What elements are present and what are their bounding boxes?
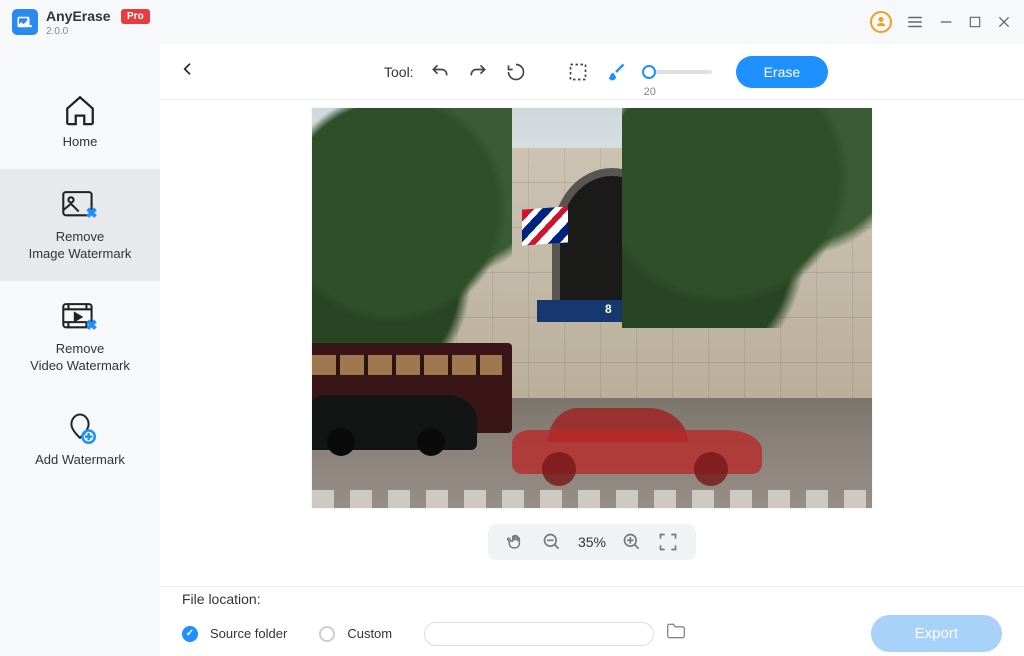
brush-tool-icon[interactable] (604, 60, 628, 84)
browse-folder-icon[interactable] (666, 622, 686, 645)
video-watermark-icon (4, 299, 156, 335)
account-icon[interactable] (870, 11, 892, 33)
zoom-controls: 35% (488, 524, 696, 560)
back-button[interactable] (180, 61, 196, 82)
reset-icon[interactable] (504, 60, 528, 84)
tool-label: Tool: (384, 64, 414, 80)
brush-size-value: 20 (644, 86, 656, 98)
brush-size-slider[interactable]: 20 (642, 70, 712, 74)
black-car (312, 395, 477, 450)
image-watermark-icon (4, 187, 156, 223)
export-button[interactable]: Export (871, 615, 1002, 652)
add-watermark-icon (4, 410, 156, 446)
sidebar-item-remove-video-watermark[interactable]: Remove Video Watermark (0, 281, 160, 393)
home-icon (4, 92, 156, 128)
marquee-tool-icon[interactable] (566, 60, 590, 84)
sidebar: Home Remove Image Watermark Remove Video… (0, 44, 160, 656)
source-folder-radio[interactable] (182, 626, 198, 642)
sidebar-item-home[interactable]: Home (0, 74, 160, 169)
main-panel: Tool: 20 Erase 8 (160, 44, 1024, 656)
building-number: 8 (605, 302, 612, 316)
sidebar-item-add-watermark[interactable]: Add Watermark (0, 392, 160, 487)
zoom-out-icon[interactable] (542, 532, 562, 552)
source-folder-label: Source folder (210, 626, 287, 641)
zoom-value: 35% (578, 534, 606, 550)
sidebar-label: Remove Image Watermark (4, 229, 156, 263)
close-icon[interactable] (996, 14, 1012, 30)
sidebar-label: Remove Video Watermark (4, 341, 156, 375)
custom-folder-radio[interactable] (319, 626, 335, 642)
footer: File location: Source folder Custom Expo… (160, 586, 1024, 656)
pan-icon[interactable] (506, 532, 526, 552)
uk-flag (522, 206, 568, 245)
app-title: AnyErase (46, 8, 111, 24)
selected-car-mask (512, 406, 762, 486)
redo-icon[interactable] (466, 60, 490, 84)
menu-icon[interactable] (906, 13, 924, 31)
canvas-area: 8 35% (160, 100, 1024, 586)
canvas-image[interactable]: 8 (312, 108, 872, 508)
erase-button[interactable]: Erase (736, 56, 829, 88)
toolbar: Tool: 20 Erase (160, 44, 1024, 100)
sidebar-item-remove-image-watermark[interactable]: Remove Image Watermark (0, 169, 160, 281)
window-controls (870, 11, 1012, 33)
titlebar: AnyErase Pro 2.0.0 (0, 0, 1024, 44)
custom-folder-label: Custom (347, 626, 392, 641)
fit-screen-icon[interactable] (658, 532, 678, 552)
sidebar-label: Home (4, 134, 156, 151)
custom-path-input[interactable] (424, 622, 654, 646)
app-version: 2.0.0 (46, 26, 150, 37)
zoom-in-icon[interactable] (622, 532, 642, 552)
minimize-icon[interactable] (938, 14, 954, 30)
undo-icon[interactable] (428, 60, 452, 84)
file-location-label: File location: (182, 591, 1002, 607)
app-title-block: AnyErase Pro 2.0.0 (46, 8, 150, 37)
app-logo (12, 9, 38, 35)
sidebar-label: Add Watermark (4, 452, 156, 469)
maximize-icon[interactable] (968, 15, 982, 29)
pro-badge: Pro (121, 9, 150, 24)
